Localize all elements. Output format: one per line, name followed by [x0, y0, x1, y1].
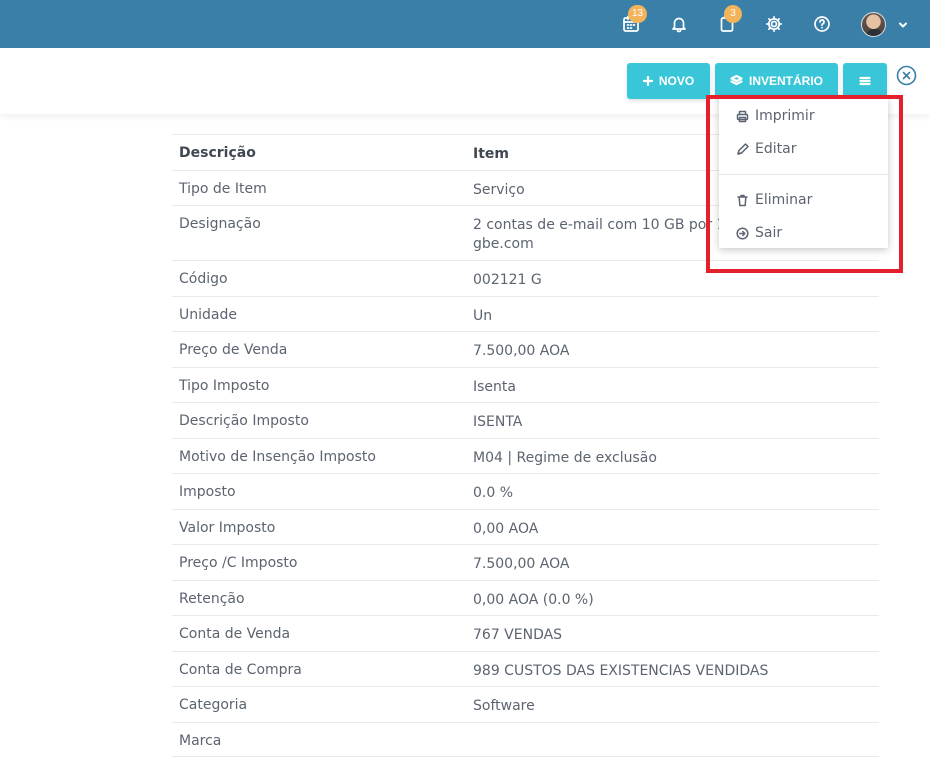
layers-icon — [730, 75, 743, 86]
table-row: Imposto 0.0 % — [172, 473, 879, 509]
row-label: Preço /C Imposto — [179, 555, 298, 571]
row-label: Valor Imposto — [179, 519, 276, 536]
row-label: Código — [179, 271, 228, 287]
help-icon[interactable] — [811, 13, 833, 35]
pencil-icon — [737, 142, 749, 155]
novo-button-label: NOVO — [658, 74, 695, 88]
table-row: Valor Imposto 0,00 AOA — [172, 508, 879, 545]
row-label: Designação — [179, 216, 261, 232]
menu-item-imprimir[interactable]: Imprimir — [719, 101, 888, 131]
actions-dropdown-menu: Imprimir Editar Eliminar Sair — [719, 98, 888, 248]
table-row: Conta de Compra 989 CUSTOS DAS EXISTENCIA… — [172, 650, 879, 687]
table-row: Tipo Imposto Isenta — [172, 366, 879, 403]
row-value: 0,00 AOA — [473, 520, 539, 537]
row-label: Conta de Compra — [179, 661, 302, 678]
menu-item-sair[interactable]: Sair — [719, 218, 888, 248]
exit-icon — [736, 226, 749, 240]
inventario-button[interactable]: INVENTÁRIO — [715, 63, 838, 99]
menu-item-label: Imprimir — [755, 108, 815, 124]
clipboard-badge: 3 — [724, 5, 742, 23]
row-value: 767 VENDAS — [473, 627, 563, 643]
printer-icon — [736, 110, 749, 122]
table-row: Retenção 0,00 AOA (0.0 %) — [172, 579, 879, 616]
close-icon[interactable] — [896, 65, 917, 86]
row-label: Imposto — [179, 484, 236, 500]
row-value: 989 CUSTOS DAS EXISTENCIAS VENDIDAS — [473, 662, 769, 679]
row-value: Un — [473, 307, 493, 324]
hamburger-icon — [859, 76, 871, 86]
menu-item-eliminar[interactable]: Eliminar — [719, 185, 888, 215]
header-descricao: Descrição — [179, 145, 256, 161]
avatar[interactable] — [861, 12, 886, 37]
row-label: Tipo de Item — [179, 180, 267, 197]
row-value: 002121 G — [473, 272, 542, 288]
bell-icon[interactable] — [668, 13, 690, 35]
table-row: Preço de Venda 7.500,00 AOA — [172, 331, 879, 367]
row-value: 0.0 % — [473, 485, 514, 501]
calendar-icon[interactable]: 13 — [620, 5, 648, 35]
table-row: Motivo de Insenção Imposto M04 | Regime d… — [172, 437, 879, 474]
menu-item-label: Sair — [755, 225, 783, 241]
row-label: Tipo Imposto — [179, 377, 270, 394]
menu-item-label: Eliminar — [755, 192, 813, 208]
inventario-button-label: INVENTÁRIO — [748, 74, 823, 88]
clipboard-icon[interactable]: 3 — [716, 5, 742, 35]
row-value: 0,00 AOA (0.0 %) — [473, 591, 594, 608]
table-row: Preço /C Imposto 7.500,00 AOA — [172, 544, 879, 580]
row-label: Conta de Venda — [179, 626, 291, 642]
plus-icon — [642, 76, 653, 86]
menu-item-label: Editar — [755, 141, 797, 157]
table-row: Categoria Software — [172, 686, 879, 722]
menu-item-editar[interactable]: Editar — [719, 134, 888, 164]
table-row: Unidade Un — [172, 295, 879, 332]
row-label: Categoria — [179, 697, 248, 713]
calendar-badge: 13 — [628, 5, 648, 23]
table-row: Código 002121 G — [172, 260, 879, 296]
row-label: Marca — [179, 732, 222, 749]
row-value: ISENTA — [473, 414, 523, 430]
row-label: Descrição Imposto — [179, 413, 309, 429]
row-label: Preço de Venda — [179, 342, 288, 358]
row-label: Unidade — [179, 306, 237, 323]
row-value: Isenta — [473, 378, 516, 395]
row-label: Retenção — [179, 590, 245, 607]
row-label: Motivo de Insenção Imposto — [179, 448, 376, 465]
gear-icon[interactable] — [763, 13, 785, 35]
row-value: M04 | Regime de exclusão — [473, 449, 657, 466]
menu-button[interactable] — [843, 63, 887, 99]
menu-divider — [719, 174, 888, 175]
trash-icon — [737, 194, 748, 206]
table-row: Conta de Venda 767 VENDAS — [172, 615, 879, 651]
table-row: Descrição Imposto ISENTA — [172, 402, 879, 438]
row-value: Software — [473, 698, 535, 714]
chevron-down-icon[interactable] — [896, 17, 910, 31]
row-value: 7.500,00 AOA — [473, 556, 570, 572]
table-row: Marca — [172, 721, 879, 757]
novo-button[interactable]: NOVO — [627, 63, 710, 99]
row-value: 7.500,00 AOA — [473, 343, 570, 359]
top-navbar: 13 3 — [0, 0, 930, 48]
